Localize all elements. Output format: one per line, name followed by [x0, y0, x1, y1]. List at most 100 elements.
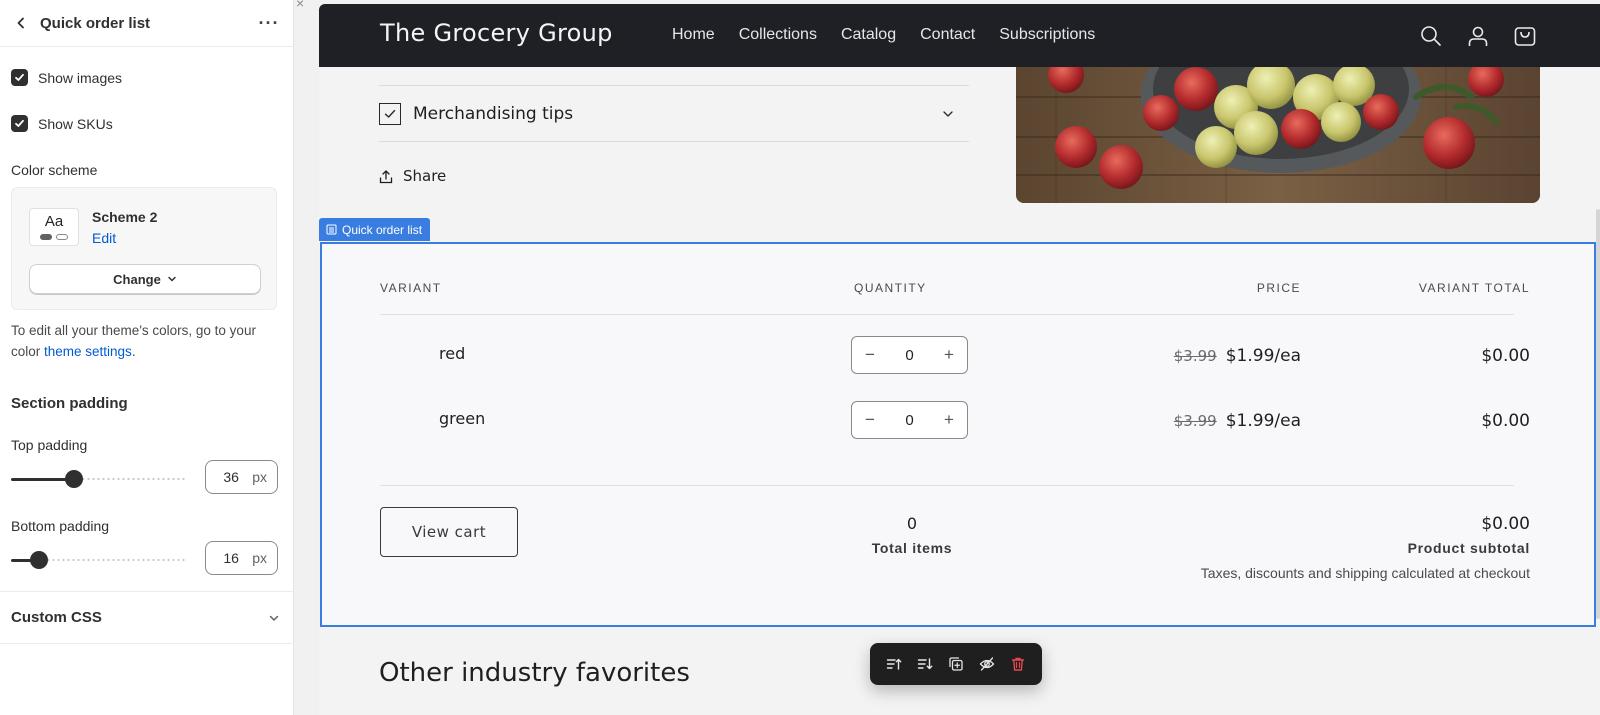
show-skus-option[interactable]: Show SKUs — [11, 115, 113, 132]
share-button[interactable]: Share — [379, 167, 446, 185]
search-icon[interactable] — [1416, 21, 1446, 51]
nav-link-collections[interactable]: Collections — [739, 26, 817, 44]
change-scheme-label: Change — [113, 271, 161, 287]
delete-icon[interactable] — [1005, 651, 1031, 677]
chevron-down-icon — [269, 615, 279, 621]
show-skus-checkbox[interactable] — [11, 115, 28, 132]
other-industry-favorites-heading: Other industry favorites — [379, 658, 690, 688]
section-toolbar — [870, 643, 1042, 685]
nav-link-contact[interactable]: Contact — [920, 26, 975, 44]
variant-name: red — [439, 344, 466, 363]
merchandising-tips-accordion[interactable]: Merchandising tips — [379, 87, 969, 142]
main-nav: Home Collections Catalog Contact Subscri… — [672, 26, 1119, 44]
quantity-value[interactable]: 0 — [905, 347, 913, 364]
custom-css-row[interactable]: Custom CSS — [0, 591, 294, 644]
view-cart-button[interactable]: View cart — [380, 507, 518, 557]
share-icon — [379, 169, 393, 183]
top-padding-label: Top padding — [11, 437, 88, 453]
decrease-quantity-button[interactable]: − — [862, 345, 878, 365]
settings-panel: Quick order list ··· Show images Show SK… — [0, 0, 294, 715]
divider — [379, 85, 969, 86]
accordion-label: Merchandising tips — [413, 104, 574, 124]
move-up-icon[interactable] — [881, 651, 907, 677]
top-padding-value[interactable]: 36 — [216, 469, 252, 485]
show-images-checkbox[interactable] — [11, 69, 28, 86]
slider-handle[interactable] — [30, 551, 48, 569]
quantity-stepper[interactable]: − 0 + — [851, 336, 968, 374]
nav-link-home[interactable]: Home — [672, 26, 715, 44]
section-tag-label: Quick order list — [342, 222, 423, 237]
bottom-padding-input[interactable]: 16 px — [205, 541, 278, 575]
scheme-name: Scheme 2 — [92, 209, 158, 225]
panel-title: Quick order list — [40, 14, 151, 32]
show-images-label: Show images — [38, 69, 123, 86]
header-quantity: QUANTITY — [854, 281, 927, 295]
product-info-area: Merchandising tips Share — [319, 67, 1600, 243]
sale-price: $1.99/ea — [1225, 346, 1301, 366]
bottom-padding-value[interactable]: 16 — [216, 550, 252, 566]
section-padding-title: Section padding — [11, 395, 128, 412]
variant-price: $3.99 $1.99/ea — [1174, 411, 1301, 431]
nav-link-catalog[interactable]: Catalog — [841, 26, 896, 44]
scheme-edit-link[interactable]: Edit — [92, 230, 116, 246]
list-section-icon — [326, 224, 337, 235]
account-icon[interactable] — [1463, 21, 1493, 51]
scheme-pill-filled — [40, 234, 52, 240]
scheme-swatch[interactable]: Aa — [29, 208, 79, 246]
bottom-padding-unit: px — [252, 550, 267, 566]
color-scheme-card: Aa Scheme 2 Edit Change — [11, 187, 277, 310]
header-icons — [1399, 21, 1540, 51]
theme-settings-link[interactable]: theme settings — [44, 344, 132, 359]
top-padding-input[interactable]: 36 px — [205, 460, 278, 494]
header-price: PRICE — [1256, 281, 1301, 295]
product-subtotal-value: $0.00 — [1481, 514, 1530, 534]
variant-total: $0.00 — [1481, 346, 1530, 366]
store-header: The Grocery Group Home Collections Catal… — [319, 4, 1600, 67]
theme-colors-help: To edit all your theme's colors, go to y… — [11, 320, 271, 362]
divider — [380, 314, 1514, 315]
sale-price: $1.99/ea — [1225, 411, 1301, 431]
checkbox-square-icon — [379, 103, 401, 125]
custom-css-label: Custom CSS — [11, 609, 102, 626]
storefront-preview: Merchandising tips Share The Grocery Gro… — [319, 4, 1600, 715]
quantity-stepper[interactable]: − 0 + — [851, 401, 968, 439]
decrease-quantity-button[interactable]: − — [862, 410, 878, 430]
show-images-option[interactable]: Show images — [11, 69, 122, 86]
close-icon[interactable]: × — [296, 0, 304, 11]
quantity-value[interactable]: 0 — [905, 412, 913, 429]
help-suffix: . — [131, 344, 136, 359]
hide-icon[interactable] — [974, 651, 1000, 677]
share-label: Share — [403, 167, 447, 185]
increase-quantity-button[interactable]: + — [941, 410, 957, 430]
product-image-apples — [1016, 67, 1540, 203]
header-variant: VARIANT — [380, 281, 442, 295]
move-down-icon[interactable] — [912, 651, 938, 677]
color-scheme-label: Color scheme — [11, 162, 98, 178]
quick-order-list-section: VARIANT QUANTITY PRICE VARIANT TOTAL red… — [320, 242, 1596, 627]
variant-name: green — [439, 409, 486, 428]
product-subtotal-label: Product subtotal — [1407, 540, 1530, 556]
more-options-icon[interactable]: ··· — [257, 13, 281, 34]
total-items-number: 0 — [906, 514, 918, 533]
nav-link-subscriptions[interactable]: Subscriptions — [999, 26, 1095, 44]
preview-scrollbar[interactable] — [1596, 209, 1600, 619]
back-chevron-icon[interactable] — [12, 14, 30, 32]
store-logo[interactable]: The Grocery Group — [380, 19, 613, 47]
change-scheme-button[interactable]: Change — [29, 264, 261, 294]
slider-handle[interactable] — [65, 470, 83, 488]
section-tag[interactable]: Quick order list — [319, 218, 431, 241]
divider — [380, 485, 1514, 486]
cart-icon[interactable] — [1510, 21, 1540, 51]
increase-quantity-button[interactable]: + — [941, 345, 957, 365]
checkout-note: Taxes, discounts and shipping calculated… — [1200, 565, 1530, 581]
chevron-down-icon — [168, 276, 176, 282]
duplicate-icon[interactable] — [943, 651, 969, 677]
top-padding-slider[interactable] — [11, 469, 187, 489]
variant-total: $0.00 — [1481, 411, 1530, 431]
bottom-padding-label: Bottom padding — [11, 518, 110, 534]
bottom-padding-slider[interactable] — [11, 550, 187, 570]
scheme-preview-text: Aa — [44, 213, 64, 230]
show-skus-label: Show SKUs — [38, 115, 113, 132]
scheme-pill-outline — [56, 234, 68, 240]
total-items-text: Total items — [871, 540, 953, 556]
